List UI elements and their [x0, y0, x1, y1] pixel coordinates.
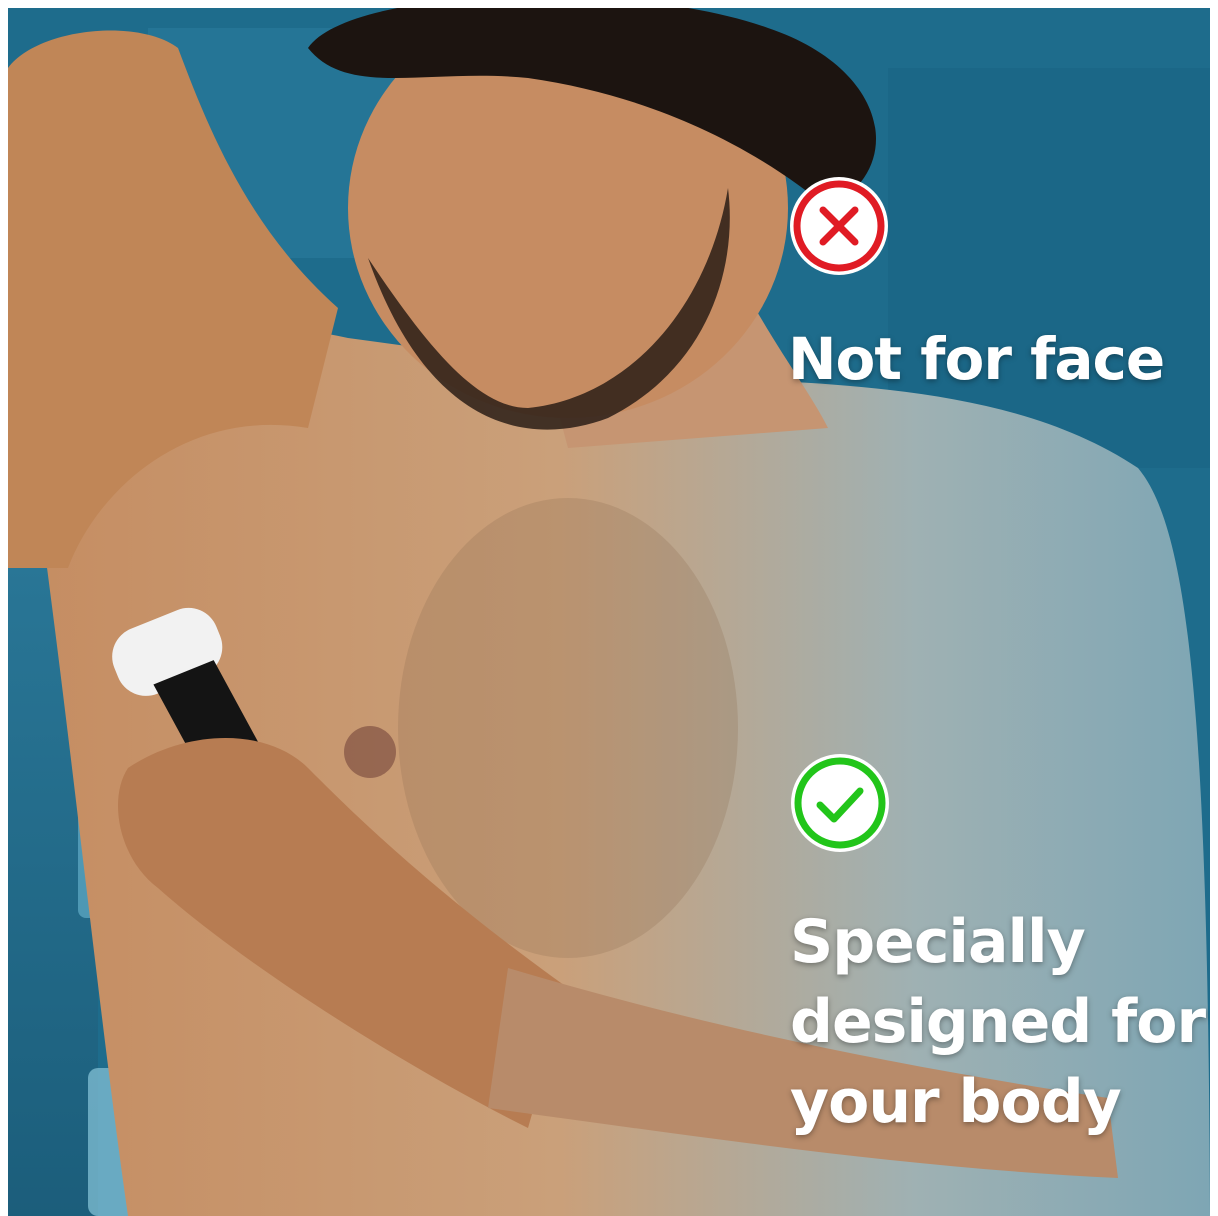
check-circle-icon — [791, 754, 889, 852]
not-for-face-badge — [787, 174, 891, 278]
body-caption-line-2: designed for — [790, 987, 1206, 1057]
body-caption-line-1: Specially — [790, 907, 1086, 977]
body-caption: Specially designed for your body — [790, 902, 1206, 1142]
cross-circle-icon — [790, 177, 888, 275]
product-photo-frame: Not for face Specially designed for your… — [8, 8, 1210, 1216]
body-use-badge — [788, 751, 892, 855]
body-caption-line-3: your body — [790, 1067, 1122, 1137]
not-for-face-caption: Not for face — [788, 325, 1165, 393]
